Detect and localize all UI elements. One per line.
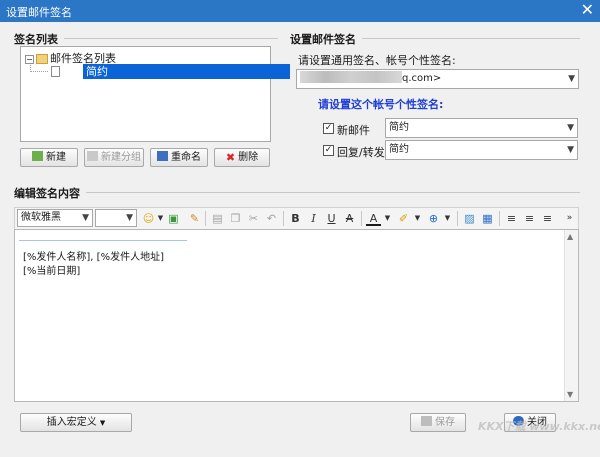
tree-selected-item[interactable]: 简约 [83,64,290,79]
rename-icon [157,151,168,161]
chevron-down-icon: ▼ [99,419,106,427]
reply-label: 回复/转发 [337,146,385,159]
new-group-button[interactable]: 新建分组 [84,148,144,167]
image-icon[interactable]: ▣ [166,211,181,226]
folder-add-icon [87,151,98,161]
strikethrough-icon[interactable]: A [342,211,357,226]
toolbar-more-icon[interactable]: » [562,211,577,226]
editor-line-2: [%当前日期] [23,266,81,277]
align-center-icon[interactable]: ≡ [522,211,537,226]
window-title: 设置邮件签名 [6,6,72,19]
delete-button[interactable]: ✖ 删除 [214,148,270,167]
chevron-down-icon: ▼ [567,145,574,155]
rename-button[interactable]: 重命名 [150,148,208,167]
insert-macro-label: 插入宏定义 [46,417,97,428]
settings-section-title: 设置邮件签名 [290,31,362,47]
account-select[interactable]: q.com> ▼ [296,69,579,89]
masked-account [300,71,402,83]
editor-line-1: [%发件人名称], [%发件人地址] [23,252,164,263]
settings-prompt: 请设置通用签名、帐号个性签名: [298,54,456,67]
signature-tree[interactable]: − 邮件签名列表 简约 [20,46,290,142]
editor-toolbar: 微软雅黑 ▼ ▼ ☺ ▼ ▣ ✎ ▤ ❐ ✂ ↶ B I U A A ▼ ✐ ▼… [14,207,579,229]
insert-macro-button[interactable]: 插入宏定义 ▼ [20,413,132,432]
paste-icon[interactable]: ▤ [210,211,225,226]
cut-icon[interactable]: ✂ [246,211,261,226]
new-mail-label: 新邮件 [337,124,370,137]
delete-icon: ✖ [225,151,236,164]
scroll-up-icon[interactable]: ▲ [567,232,573,241]
new-mail-value: 简约 [389,122,409,133]
account-prompt: 请设置这个帐号个性签名: [318,98,444,111]
close-button[interactable]: 关闭 [504,413,556,432]
editor-scrollbar[interactable]: ▲ ▼ [564,230,578,401]
close-dialog-icon [513,416,524,426]
insert-image-icon[interactable]: ▨ [462,211,477,226]
save-button-label: 保存 [435,417,455,428]
document-icon [51,65,60,77]
undo-icon[interactable]: ↶ [264,211,279,226]
align-right-icon[interactable]: ≡ [540,211,555,226]
editor-guide-line [19,240,187,241]
toolbar-separator [499,211,500,226]
list-section-title: 签名列表 [14,31,64,47]
editor-section-rule [14,192,580,193]
font-select[interactable]: 微软雅黑 ▼ [17,209,93,227]
save-button[interactable]: 保存 [410,413,466,432]
delete-button-label: 删除 [238,152,259,163]
table-icon[interactable]: ▦ [480,211,495,226]
new-button[interactable]: 新建 [20,148,78,167]
reply-select[interactable]: 简约 ▼ [385,140,578,160]
chevron-down-icon[interactable]: ▼ [440,211,455,226]
highlight-icon[interactable]: ✐ [396,211,411,226]
reply-checkbox[interactable]: ✓ [323,145,334,156]
new-mail-checkbox[interactable]: ✓ [323,123,334,134]
chevron-down-icon: ▼ [82,213,89,223]
toolbar-separator [205,211,206,226]
font-size-select[interactable]: ▼ [95,209,137,227]
align-left-icon[interactable]: ≡ [504,211,519,226]
folder-icon [36,54,48,64]
underline-icon[interactable]: U [324,211,339,226]
scroll-down-icon[interactable]: ▼ [567,390,573,399]
italic-icon[interactable]: I [306,211,321,226]
font-name: 微软雅黑 [21,212,61,223]
close-icon[interactable]: ✕ [581,1,594,19]
new-group-button-label: 新建分组 [101,152,141,163]
chevron-down-icon[interactable]: ▼ [410,211,425,226]
account-suffix: q.com> [402,73,442,84]
save-icon [421,416,432,426]
font-color-icon[interactable]: A [366,211,381,226]
new-mail-select[interactable]: 简约 ▼ [385,118,578,138]
close-button-label: 关闭 [527,417,547,428]
format-brush-icon[interactable]: ✎ [187,211,202,226]
chevron-down-icon: ▼ [568,74,575,84]
new-icon [32,151,43,161]
title-bar: 设置邮件签名 ✕ [0,0,600,22]
collapse-icon[interactable]: − [25,54,34,64]
link-icon[interactable]: ⊕ [426,211,441,226]
reply-value: 简约 [389,144,409,155]
tree-line [30,71,48,72]
new-button-label: 新建 [46,152,66,163]
chevron-down-icon: ▼ [567,123,574,133]
bold-icon[interactable]: B [288,211,303,226]
toolbar-separator [283,211,284,226]
copy-icon[interactable]: ❐ [228,211,243,226]
toolbar-separator [457,211,458,226]
chevron-down-icon[interactable]: ▼ [380,211,395,226]
rename-button-label: 重命名 [171,152,201,163]
tree-root-node[interactable]: − 邮件签名列表 [25,50,116,65]
toolbar-separator [361,211,362,226]
tree-child-node[interactable] [51,64,63,79]
editor-section-title: 编辑签名内容 [14,185,86,201]
signature-editor[interactable]: [%发件人名称], [%发件人地址] [%当前日期] ▲ ▼ [14,229,579,402]
chevron-down-icon: ▼ [126,213,133,223]
